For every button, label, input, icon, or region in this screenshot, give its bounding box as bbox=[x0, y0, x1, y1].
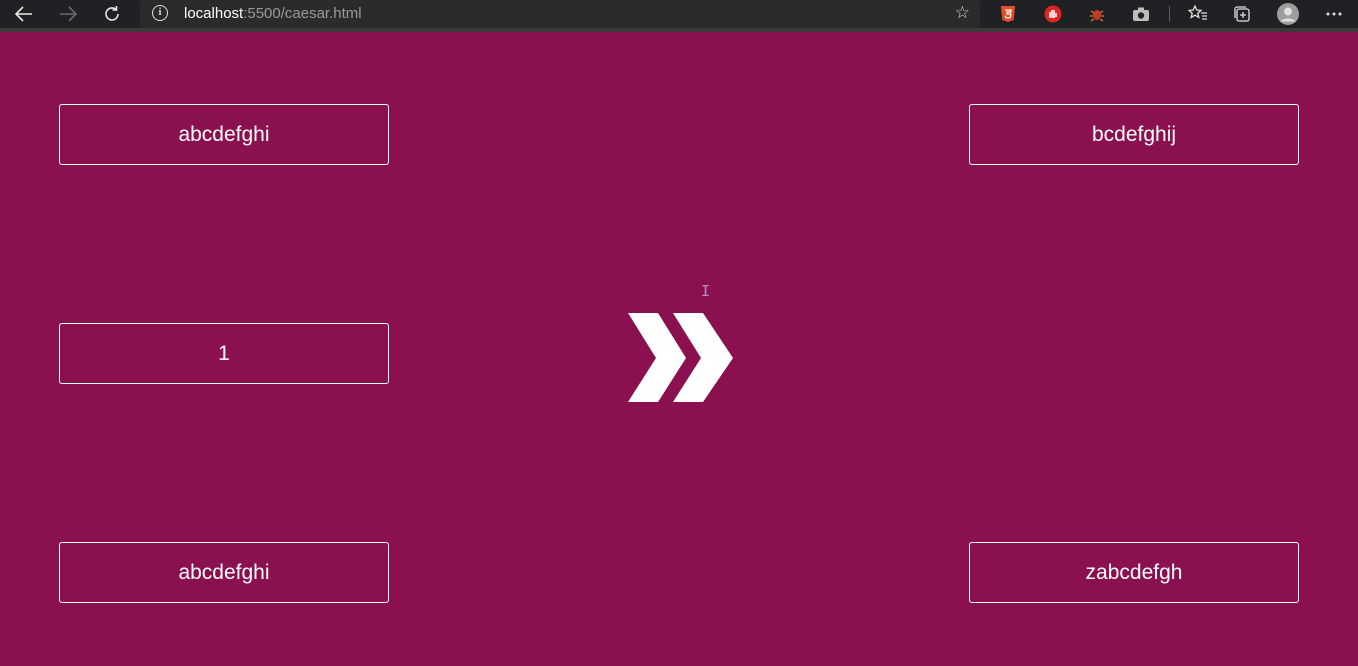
plain-text-input-top[interactable]: abcdefghi bbox=[59, 104, 389, 165]
browser-toolbar: i localhost:5500/caesar.html ☆ bbox=[0, 0, 1358, 32]
text-cursor-icon: I bbox=[701, 282, 711, 300]
cipher-text-output-top[interactable]: bcdefghij bbox=[969, 104, 1299, 165]
shift-input[interactable]: 1 bbox=[59, 323, 389, 384]
plain-text-input-bottom[interactable]: abcdefghi bbox=[59, 542, 389, 603]
back-arrow-icon[interactable] bbox=[11, 2, 37, 26]
forward-arrow-icon[interactable] bbox=[55, 2, 81, 26]
profile-icon[interactable] bbox=[1276, 2, 1300, 26]
url-text[interactable]: localhost:5500/caesar.html bbox=[184, 5, 362, 22]
address-bar[interactable]: i localhost:5500/caesar.html ☆ bbox=[140, 0, 980, 28]
adblock-extension-icon[interactable] bbox=[1043, 4, 1063, 24]
site-info-icon[interactable]: i bbox=[152, 5, 168, 21]
collections-icon[interactable] bbox=[1230, 2, 1254, 26]
cipher-text-output-bottom[interactable]: zabcdefgh bbox=[969, 542, 1299, 603]
more-icon[interactable] bbox=[1322, 2, 1346, 26]
favorites-icon[interactable] bbox=[1186, 2, 1210, 26]
add-favorite-icon[interactable]: ☆ bbox=[955, 3, 970, 23]
bug-extension-icon[interactable] bbox=[1087, 4, 1107, 24]
refresh-icon[interactable] bbox=[99, 2, 125, 26]
html5-extension-icon[interactable] bbox=[998, 4, 1018, 24]
toolbar-divider bbox=[1169, 6, 1170, 22]
camera-extension-icon[interactable] bbox=[1131, 4, 1151, 24]
double-chevron-right-icon[interactable] bbox=[628, 313, 734, 403]
